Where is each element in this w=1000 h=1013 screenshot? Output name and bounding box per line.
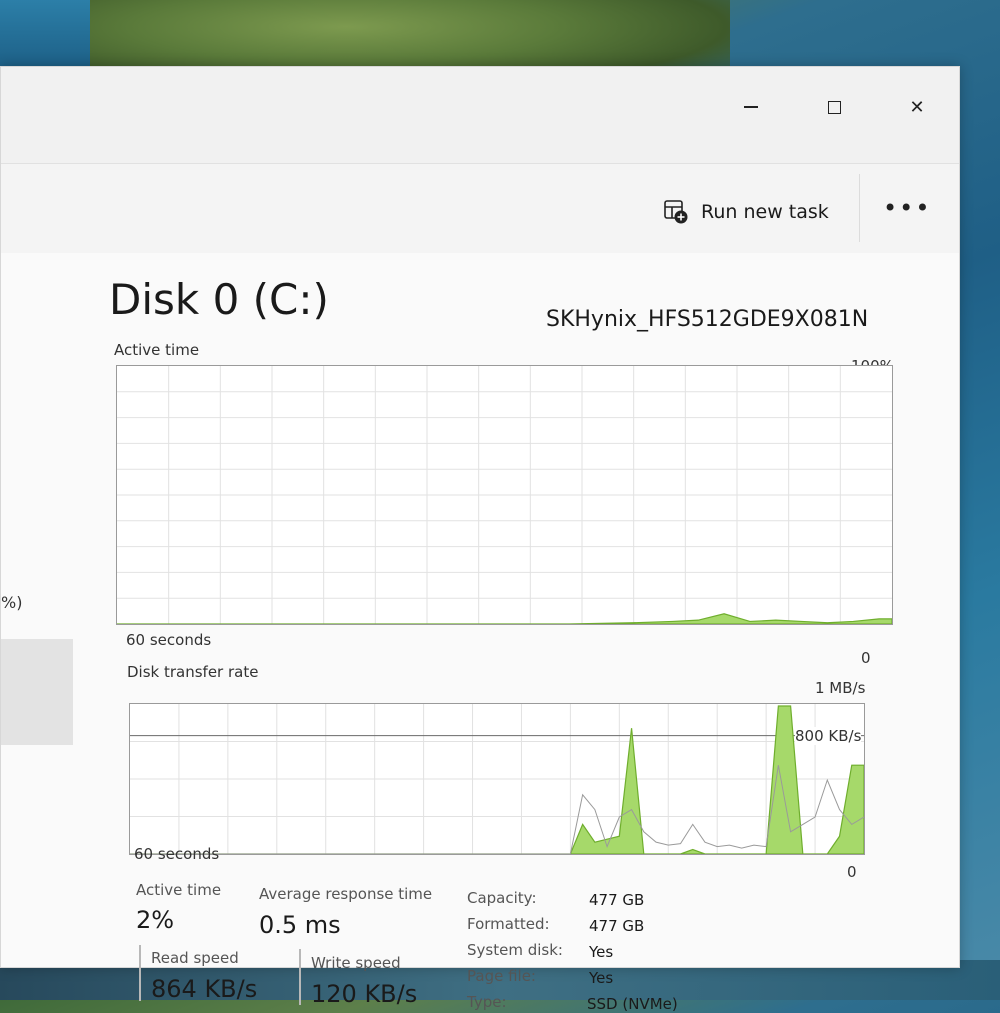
system-disk-label: System disk: xyxy=(467,941,563,959)
disk-model: SKHynix_HFS512GDE9X081N xyxy=(546,307,869,332)
command-separator xyxy=(859,174,860,242)
type-label: Type: xyxy=(467,993,507,1011)
formatted-label: Formatted: xyxy=(467,915,550,933)
read-speed-label: Read speed xyxy=(151,949,239,967)
read-speed-value: 864 KB/s xyxy=(151,975,258,1003)
close-icon: ✕ xyxy=(909,96,925,118)
type-value: SSD (NVMe) xyxy=(587,995,678,1013)
write-speed-value: 120 KB/s xyxy=(311,980,418,1008)
maximize-icon xyxy=(827,100,841,114)
transfer-mid-label: 800 KB/s xyxy=(795,727,862,745)
minimize-button[interactable] xyxy=(731,87,771,127)
active-time-stat-value: 2% xyxy=(136,906,175,934)
sidebar-selected-item[interactable] xyxy=(1,639,73,745)
series-area-read xyxy=(130,705,864,854)
formatted-value: 477 GB xyxy=(589,917,645,935)
capacity-label: Capacity: xyxy=(467,889,537,907)
page-file-value: Yes xyxy=(589,969,614,987)
active-time-plot xyxy=(117,366,892,624)
minimize-icon xyxy=(744,106,758,108)
write-speed-label: Write speed xyxy=(311,954,401,972)
read-speed-divider xyxy=(139,945,141,1001)
maximize-button[interactable] xyxy=(814,87,854,127)
page-title: Disk 0 (C:) xyxy=(109,275,329,324)
disk-performance-panel: %) Disk 0 (C:) SKHynix_HFS512GDE9X081N A… xyxy=(1,253,959,1013)
active-time-stat-label: Active time xyxy=(136,881,222,899)
avg-response-label: Average response time xyxy=(259,885,433,903)
active-time-graph xyxy=(116,365,893,625)
capacity-value: 477 GB xyxy=(589,891,645,909)
active-time-duration-label: 60 seconds xyxy=(126,631,212,649)
task-manager-window: ✕ Run new task ••• %) Disk 0 (C:) SKHyni… xyxy=(0,66,960,1013)
series-area-read xyxy=(117,613,892,624)
transfer-chart-label: Disk transfer rate xyxy=(127,663,259,681)
transfer-min-label: 0 xyxy=(847,863,857,881)
page-file-label: Page file: xyxy=(467,967,536,985)
run-new-task-label: Run new task xyxy=(701,201,829,223)
active-time-chart-label: Active time xyxy=(114,341,200,359)
active-time-min-label: 0 xyxy=(861,649,871,667)
transfer-plot xyxy=(130,704,864,854)
transfer-graph xyxy=(129,703,865,855)
transfer-duration-label: 60 seconds xyxy=(134,845,220,863)
write-speed-divider xyxy=(299,949,301,1005)
system-disk-value: Yes xyxy=(589,943,614,961)
more-icon: ••• xyxy=(883,194,932,222)
close-button[interactable]: ✕ xyxy=(897,87,937,127)
run-new-task-button[interactable]: Run new task xyxy=(663,194,829,230)
command-bar: Run new task ••• xyxy=(1,163,959,255)
title-bar[interactable]: ✕ xyxy=(1,67,959,163)
transfer-max-label: 1 MB/s xyxy=(815,679,866,697)
more-options-button[interactable]: ••• xyxy=(883,194,931,222)
avg-response-value: 0.5 ms xyxy=(259,911,341,939)
sidebar-item-fragment[interactable]: %) xyxy=(1,593,22,612)
run-task-icon xyxy=(664,200,688,224)
